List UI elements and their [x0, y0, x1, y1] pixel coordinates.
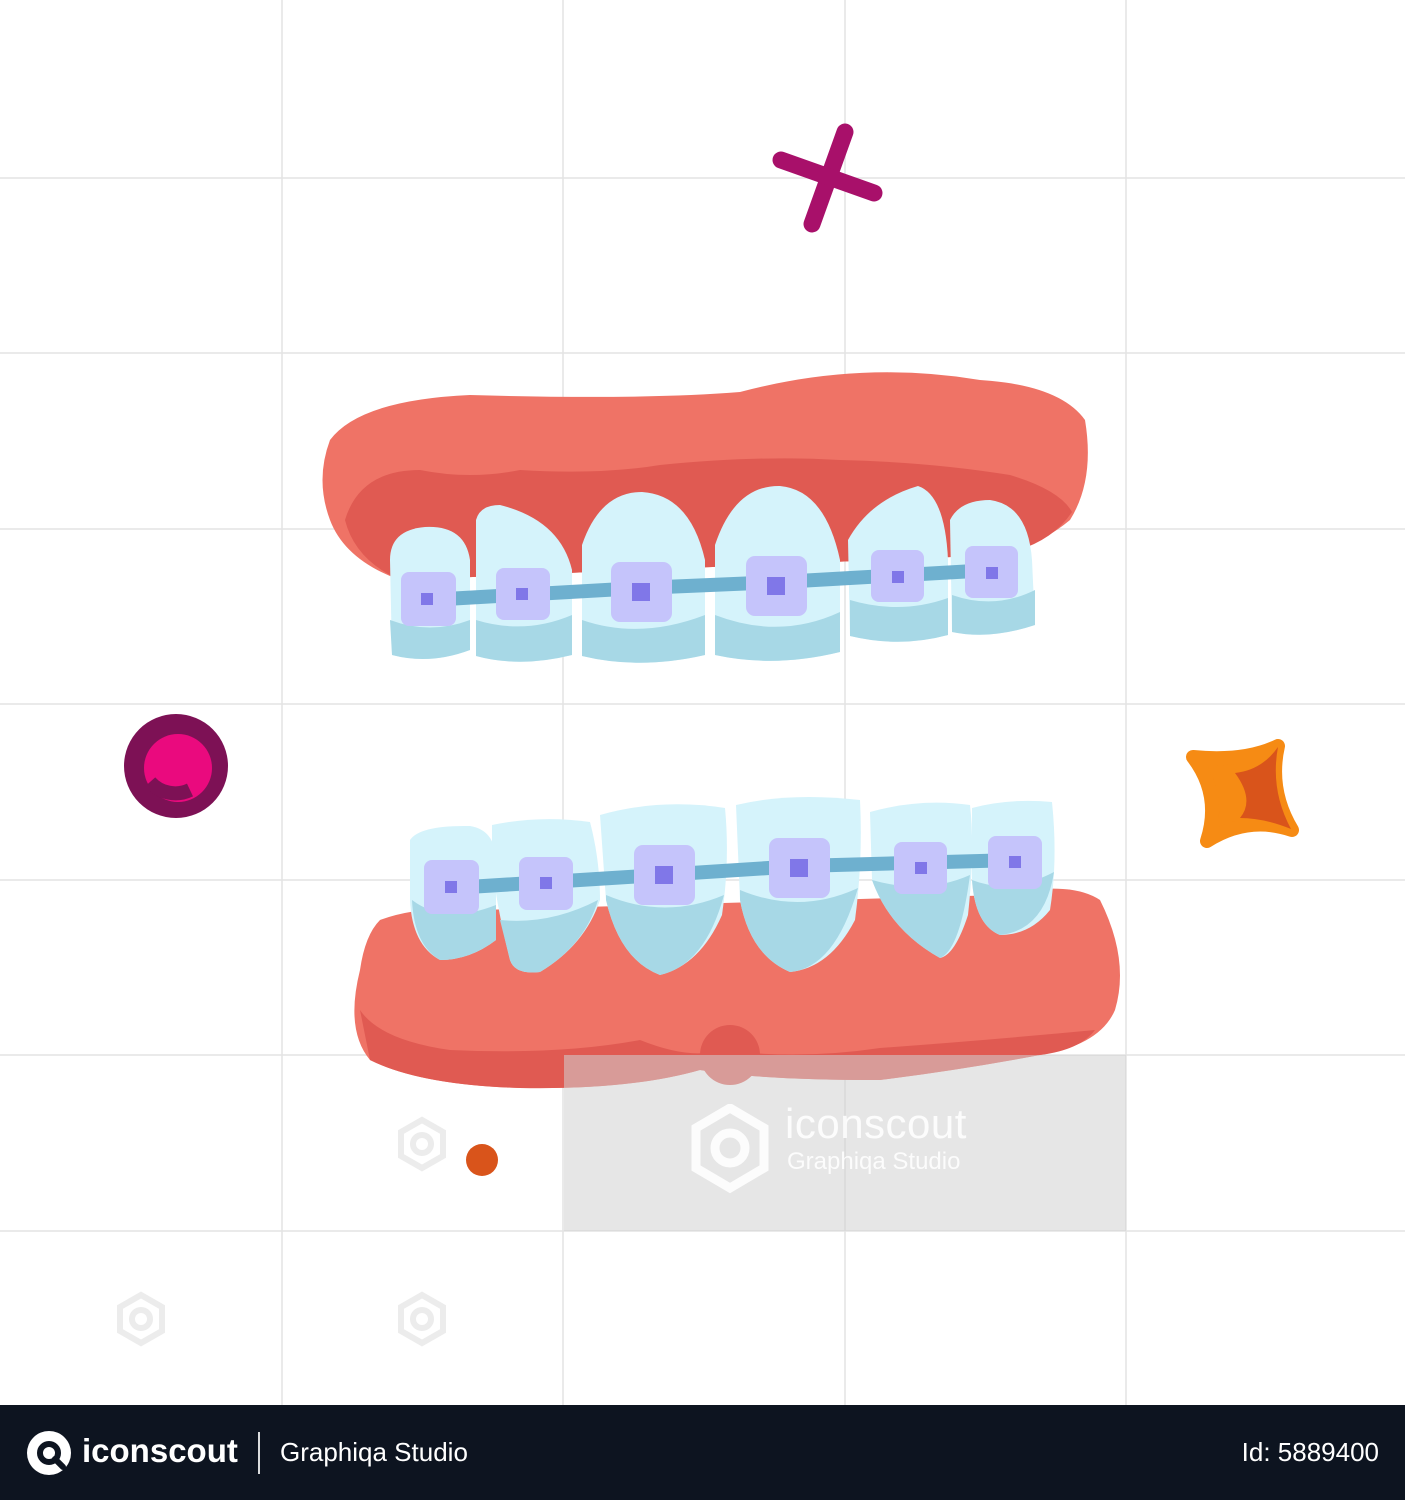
watermark-brand: iconscout: [785, 1100, 967, 1147]
sparkle-decoration-icon: [1186, 739, 1299, 848]
watermark-badge-icon: [398, 1116, 446, 1172]
ring-decoration-icon: [124, 714, 228, 818]
footer-asset-id: Id: 5889400: [1241, 1437, 1379, 1467]
dot-decoration-icon: [466, 1144, 498, 1176]
lower-jaw: [354, 796, 1120, 1089]
footer-brand[interactable]: iconscout: [82, 1432, 238, 1470]
watermark-author: Graphiqa Studio: [787, 1148, 961, 1175]
watermark-badge-icon: [398, 1291, 446, 1347]
watermark-logo-icon: [691, 1104, 769, 1194]
watermark-badge-icon: [117, 1291, 165, 1347]
footer-divider: [258, 1432, 260, 1474]
iconscout-logo-icon[interactable]: [26, 1430, 72, 1476]
footer-author[interactable]: Graphiqa Studio: [280, 1437, 468, 1468]
upper-jaw: [322, 372, 1088, 663]
